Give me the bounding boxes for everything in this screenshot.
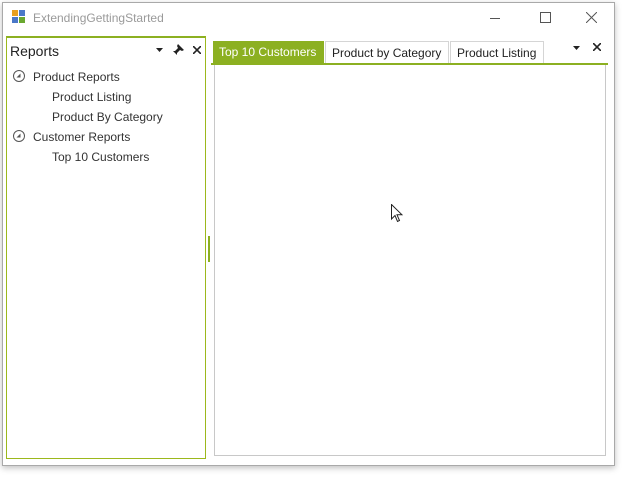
title-bar[interactable]: ExtendingGettingStarted xyxy=(3,3,614,33)
minimize-button[interactable] xyxy=(472,3,518,33)
reports-panel: Reports Product Reports Product Listing … xyxy=(6,36,206,459)
app-grid-icon xyxy=(12,10,26,24)
dropdown-icon xyxy=(572,46,580,50)
collapse-arrow-icon xyxy=(16,133,21,138)
panel-header: Reports xyxy=(7,38,205,64)
close-icon xyxy=(585,11,597,24)
tab-top-10-customers[interactable]: Top 10 Customers xyxy=(213,41,324,63)
pin-icon xyxy=(172,44,184,55)
document-area: Top 10 Customers Product by Category Pro… xyxy=(211,36,608,456)
tab-strip: Top 10 Customers Product by Category Pro… xyxy=(211,36,608,65)
minimize-icon xyxy=(490,18,500,19)
splitter-handle[interactable] xyxy=(208,236,210,262)
panel-pin-button[interactable] xyxy=(171,43,185,57)
close-icon xyxy=(192,45,202,55)
panel-close-button[interactable] xyxy=(190,43,204,57)
close-window-button[interactable] xyxy=(568,3,614,33)
collapse-arrow-icon xyxy=(16,73,21,78)
tab-product-by-category[interactable]: Product by Category xyxy=(325,41,449,63)
tree-node-customer-reports[interactable]: Customer Reports xyxy=(33,130,130,144)
tab-close-button[interactable] xyxy=(590,42,604,54)
tab-product-listing[interactable]: Product Listing xyxy=(450,41,544,63)
close-icon xyxy=(592,42,602,52)
panel-dropdown-button[interactable] xyxy=(152,43,166,57)
window-title: ExtendingGettingStarted xyxy=(33,11,164,25)
maximize-button[interactable] xyxy=(522,3,568,33)
document-content[interactable] xyxy=(214,65,606,456)
expander-customer-reports[interactable] xyxy=(13,130,25,142)
maximize-icon xyxy=(539,12,551,23)
tab-dropdown-button[interactable] xyxy=(569,42,583,54)
tree-node-product-reports[interactable]: Product Reports xyxy=(33,70,120,84)
expander-product-reports[interactable] xyxy=(13,70,25,82)
panel-title: Reports xyxy=(10,43,60,59)
tree-node-top-10-customers[interactable]: Top 10 Customers xyxy=(52,150,149,164)
dropdown-icon xyxy=(155,48,163,52)
tree-node-product-by-category[interactable]: Product By Category xyxy=(52,110,163,124)
tree-node-product-listing[interactable]: Product Listing xyxy=(52,90,131,104)
mouse-cursor-icon xyxy=(391,203,404,228)
